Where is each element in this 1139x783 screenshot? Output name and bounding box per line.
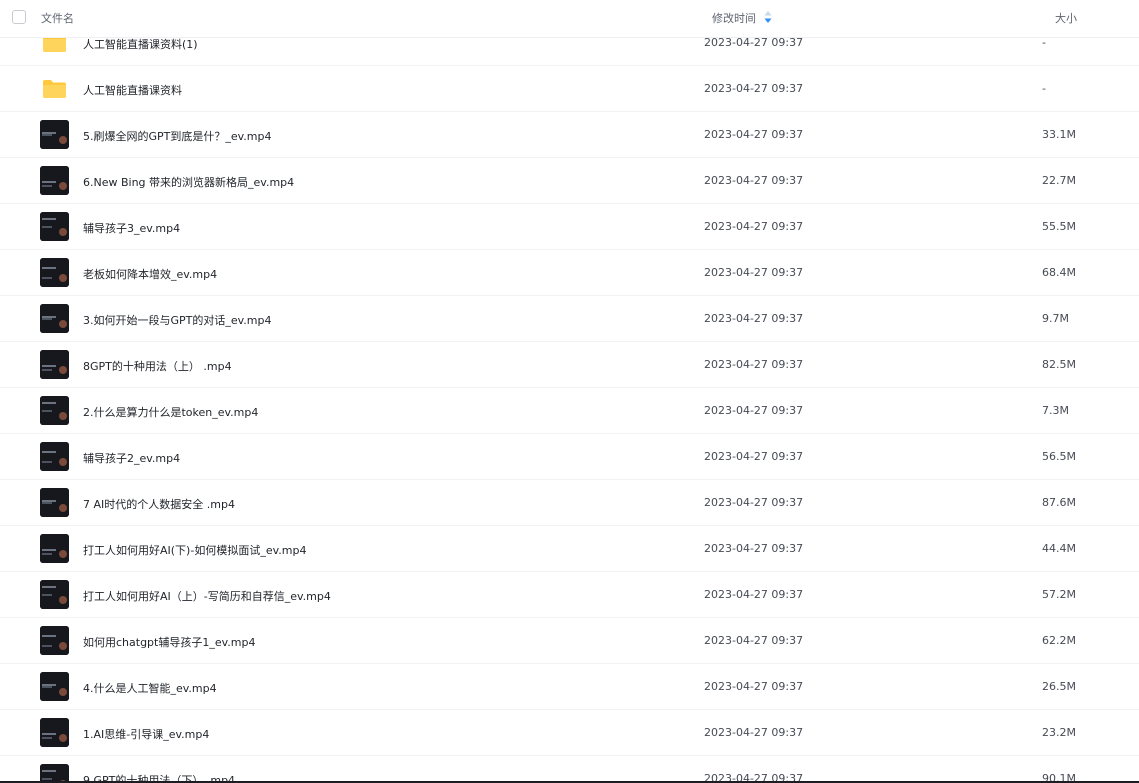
file-row[interactable]: 4.什么是人工智能_ev.mp4 2023-04-27 09:37 26.5M	[0, 664, 1139, 710]
file-row[interactable]: 打工人如何用好AI(下)-如何模拟面试_ev.mp4 2023-04-27 09:…	[0, 526, 1139, 572]
file-size: 68.4M	[1042, 266, 1076, 279]
video-thumbnail-icon	[40, 488, 69, 517]
file-row[interactable]: 辅导孩子3_ev.mp4 2023-04-27 09:37 55.5M	[0, 204, 1139, 250]
file-list: 人工智能直播课资料(1) 2023-04-27 09:37 - 人工智能直播课资料 20…	[0, 20, 1139, 783]
file-row[interactable]: 7 AI时代的个人数据安全 .mp4 2023-04-27 09:37 87.6M	[0, 480, 1139, 526]
file-name[interactable]: 6.New Bing 带来的浏览器新格局_ev.mp4	[83, 174, 294, 190]
file-size: -	[1042, 82, 1046, 95]
column-header-name[interactable]: 文件名	[41, 10, 74, 26]
file-modified-time: 2023-04-27 09:37	[704, 82, 804, 95]
video-thumbnail-icon	[40, 534, 69, 563]
file-modified-time: 2023-04-27 09:37	[704, 634, 804, 647]
select-all-checkbox[interactable]	[12, 10, 26, 24]
file-size: 9.7M	[1042, 312, 1069, 325]
file-name[interactable]: 7 AI时代的个人数据安全 .mp4	[83, 496, 235, 512]
file-row[interactable]: 3.如何开始一段与GPT的对话_ev.mp4 2023-04-27 09:37 9.…	[0, 296, 1139, 342]
column-header-size[interactable]: 大小	[1055, 10, 1077, 26]
video-thumbnail-icon	[40, 442, 69, 471]
column-header-modified-time[interactable]: 修改时间	[712, 10, 756, 26]
folder-icon	[40, 74, 69, 103]
file-list-header: 文件名 修改时间 大小	[0, 0, 1139, 38]
file-size: 26.5M	[1042, 680, 1076, 693]
file-modified-time: 2023-04-27 09:37	[704, 220, 804, 233]
file-name[interactable]: 2.什么是算力什么是token_ev.mp4	[83, 404, 258, 420]
file-name[interactable]: 5.刷爆全网的GPT到底是什？_ev.mp4	[83, 128, 272, 144]
file-name[interactable]: 辅导孩子3_ev.mp4	[83, 220, 180, 236]
video-thumbnail-icon	[40, 212, 69, 241]
file-modified-time: 2023-04-27 09:37	[704, 128, 804, 141]
file-modified-time: 2023-04-27 09:37	[704, 496, 804, 509]
video-thumbnail-icon	[40, 626, 69, 655]
file-modified-time: 2023-04-27 09:37	[704, 312, 804, 325]
file-name[interactable]: 老板如何降本增效_ev.mp4	[83, 266, 217, 282]
file-name[interactable]: 如何用chatgpt辅导孩子1_ev.mp4	[83, 634, 255, 650]
file-size: 62.2M	[1042, 634, 1076, 647]
file-modified-time: 2023-04-27 09:37	[704, 450, 804, 463]
file-size: 7.3M	[1042, 404, 1069, 417]
sort-icon[interactable]	[763, 10, 773, 24]
file-size: 33.1M	[1042, 128, 1076, 141]
file-size: 87.6M	[1042, 496, 1076, 509]
file-modified-time: 2023-04-27 09:37	[704, 174, 804, 187]
file-name[interactable]: 打工人如何用好AI（上）-写简历和自荐信_ev.mp4	[83, 588, 331, 604]
file-row[interactable]: 6.New Bing 带来的浏览器新格局_ev.mp4 2023-04-27 09…	[0, 158, 1139, 204]
file-size: 56.5M	[1042, 450, 1076, 463]
video-thumbnail-icon	[40, 350, 69, 379]
video-thumbnail-icon	[40, 672, 69, 701]
file-row[interactable]: 5.刷爆全网的GPT到底是什？_ev.mp4 2023-04-27 09:37 33…	[0, 112, 1139, 158]
file-name[interactable]: 人工智能直播课资料	[83, 82, 182, 98]
file-row[interactable]: 打工人如何用好AI（上）-写简历和自荐信_ev.mp4 2023-04-27 09…	[0, 572, 1139, 618]
file-row[interactable]: 8GPT的十种用法（上） .mp4 2023-04-27 09:37 82.5M	[0, 342, 1139, 388]
video-thumbnail-icon	[40, 304, 69, 333]
file-modified-time: 2023-04-27 09:37	[704, 266, 804, 279]
file-modified-time: 2023-04-27 09:37	[704, 404, 804, 417]
video-thumbnail-icon	[40, 120, 69, 149]
file-row[interactable]: 1.AI思维-引导课_ev.mp4 2023-04-27 09:37 23.2M	[0, 710, 1139, 756]
file-name[interactable]: 8GPT的十种用法（上） .mp4	[83, 358, 232, 374]
file-modified-time: 2023-04-27 09:37	[704, 726, 804, 739]
video-thumbnail-icon	[40, 580, 69, 609]
file-size: 44.4M	[1042, 542, 1076, 555]
file-row[interactable]: 人工智能直播课资料 2023-04-27 09:37 -	[0, 66, 1139, 112]
file-row[interactable]: 如何用chatgpt辅导孩子1_ev.mp4 2023-04-27 09:37 62…	[0, 618, 1139, 664]
file-name[interactable]: 1.AI思维-引导课_ev.mp4	[83, 726, 209, 742]
file-name[interactable]: 打工人如何用好AI(下)-如何模拟面试_ev.mp4	[83, 542, 306, 558]
file-name[interactable]: 3.如何开始一段与GPT的对话_ev.mp4	[83, 312, 272, 328]
file-size: 82.5M	[1042, 358, 1076, 371]
video-thumbnail-icon	[40, 166, 69, 195]
file-row[interactable]: 2.什么是算力什么是token_ev.mp4 2023-04-27 09:37 7.…	[0, 388, 1139, 434]
file-name[interactable]: 人工智能直播课资料(1)	[83, 36, 198, 52]
file-size: 23.2M	[1042, 726, 1076, 739]
video-thumbnail-icon	[40, 396, 69, 425]
file-name[interactable]: 辅导孩子2_ev.mp4	[83, 450, 180, 466]
file-size: 55.5M	[1042, 220, 1076, 233]
file-size: 22.7M	[1042, 174, 1076, 187]
file-row[interactable]: 辅导孩子2_ev.mp4 2023-04-27 09:37 56.5M	[0, 434, 1139, 480]
video-thumbnail-icon	[40, 258, 69, 287]
video-thumbnail-icon	[40, 718, 69, 747]
file-size: 57.2M	[1042, 588, 1076, 601]
file-modified-time: 2023-04-27 09:37	[704, 588, 804, 601]
file-row[interactable]: 老板如何降本增效_ev.mp4 2023-04-27 09:37 68.4M	[0, 250, 1139, 296]
file-name[interactable]: 4.什么是人工智能_ev.mp4	[83, 680, 217, 696]
file-modified-time: 2023-04-27 09:37	[704, 358, 804, 371]
file-row[interactable]: 9 GPT的十种用法（下） .mp4 2023-04-27 09:37 90.1M	[0, 756, 1139, 783]
file-modified-time: 2023-04-27 09:37	[704, 680, 804, 693]
file-modified-time: 2023-04-27 09:37	[704, 542, 804, 555]
